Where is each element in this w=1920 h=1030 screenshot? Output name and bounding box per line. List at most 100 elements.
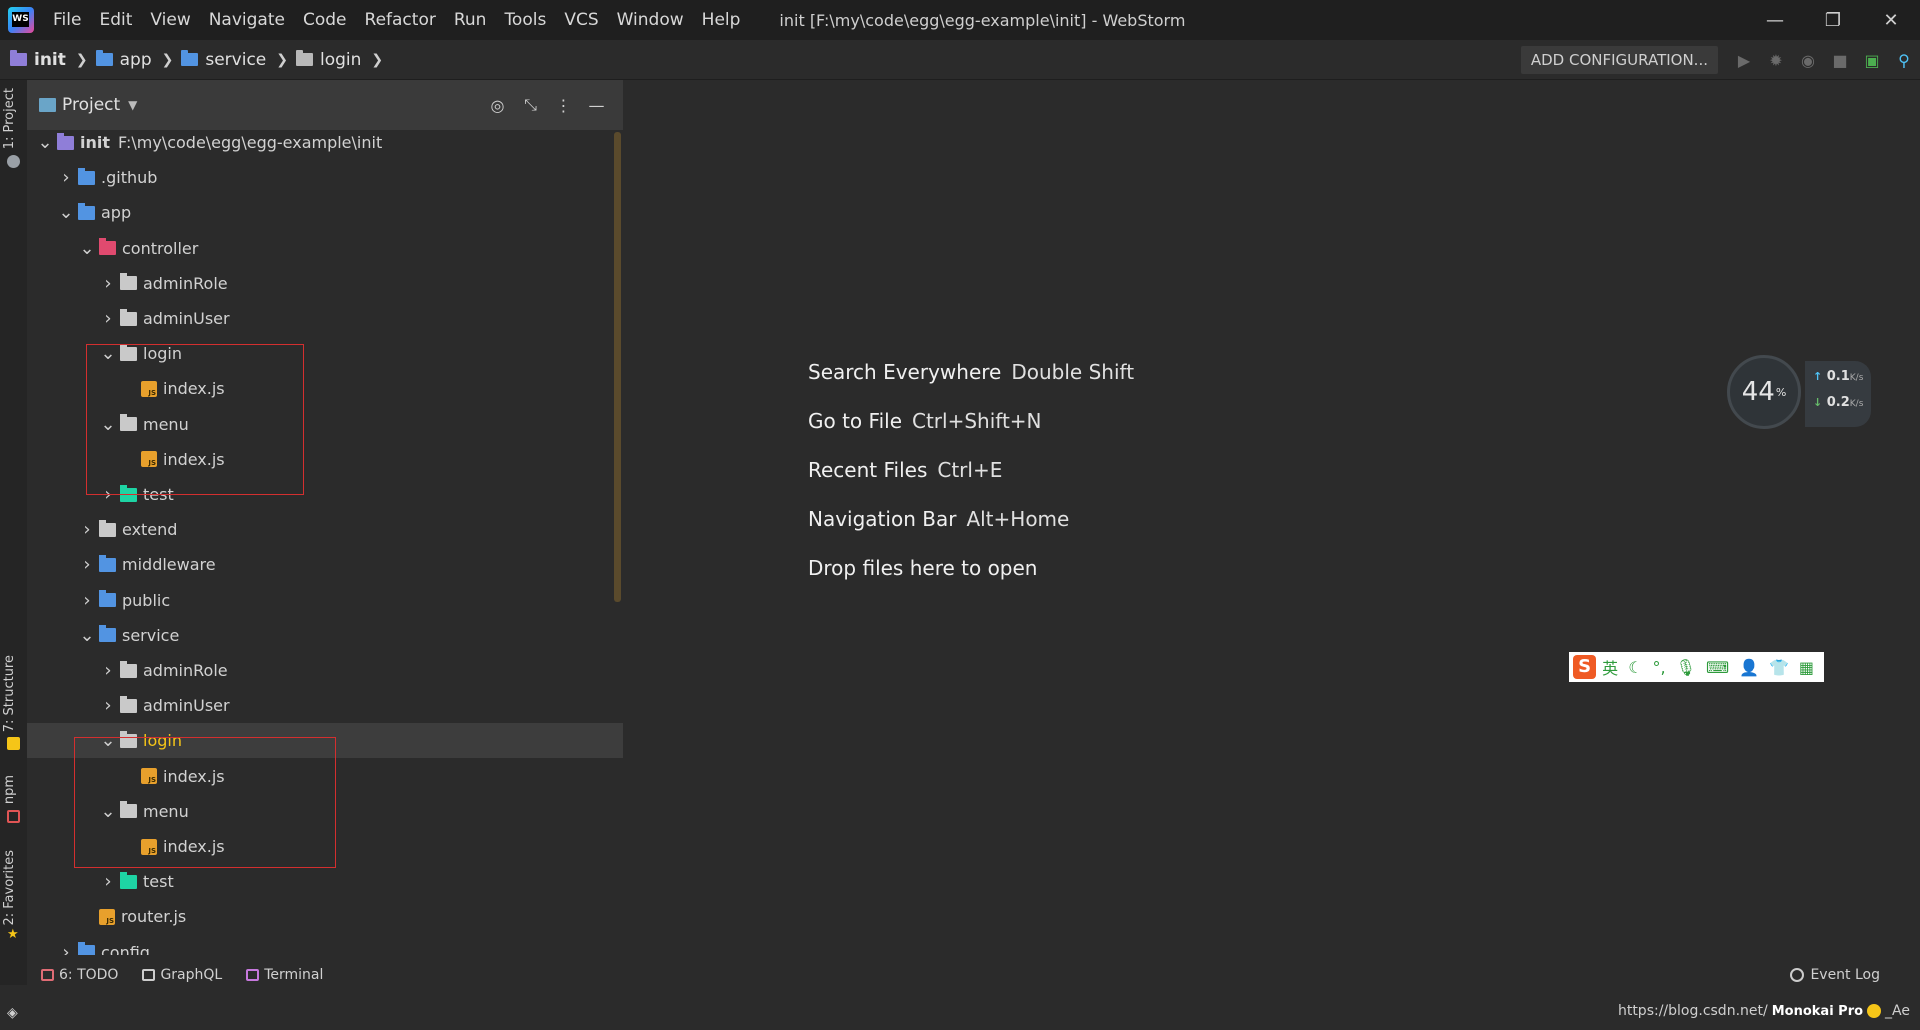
chevron-right-icon[interactable]: › xyxy=(77,554,97,575)
chevron-right-icon[interactable]: › xyxy=(98,695,118,716)
tool-tab-favorites[interactable]: 2: Favorites xyxy=(2,850,17,926)
tool-tab-npm[interactable]: npm xyxy=(2,775,17,804)
webstorm-logo-icon xyxy=(8,7,34,33)
hide-panel-icon[interactable]: — xyxy=(580,96,613,115)
menu-edit[interactable]: Edit xyxy=(90,0,141,40)
tree-item[interactable]: › config xyxy=(27,935,623,955)
locate-icon[interactable]: ◎ xyxy=(481,96,514,115)
chevron-right-icon[interactable]: › xyxy=(56,942,76,955)
bottom-tab-todo[interactable]: 6: TODO xyxy=(41,967,118,983)
menu-refactor[interactable]: Refactor xyxy=(356,0,445,40)
tree-item[interactable]: › public xyxy=(27,583,623,618)
hint-line: Search Everywhere Double Shift xyxy=(808,360,1134,409)
editor-hints: Search Everywhere Double Shift Go to File C… xyxy=(808,360,1134,605)
bottom-tab-label: 6: TODO xyxy=(59,967,119,983)
download-arrow-icon: ↓ xyxy=(1813,396,1823,409)
tool-tab-structure[interactable]: 7: Structure xyxy=(2,655,17,732)
chevron-down-icon[interactable]: ⌄ xyxy=(77,625,97,646)
event-log-icon xyxy=(1790,968,1805,982)
tree-item[interactable]: › adminRole xyxy=(27,653,623,688)
tree-item[interactable]: › middleware xyxy=(27,547,623,582)
chevron-right-icon[interactable]: › xyxy=(98,273,118,294)
moon-icon[interactable]: ☾ xyxy=(1628,658,1642,677)
chevron-right-icon[interactable]: › xyxy=(77,590,97,611)
sogou-logo[interactable]: S xyxy=(1573,655,1597,679)
chevron-right-icon: ❯ xyxy=(161,51,174,68)
tree-item[interactable]: ⌄ init F:\my\code\egg\egg-example\init xyxy=(27,132,623,160)
hint-shortcut: Ctrl+Shift+N xyxy=(912,409,1042,433)
breadcrumb-item-login[interactable]: login xyxy=(320,50,361,70)
terminal-icon[interactable]: ▣ xyxy=(1856,51,1888,70)
star-icon: ★ xyxy=(7,927,19,942)
bottom-tab-terminal[interactable]: Terminal xyxy=(246,967,323,983)
event-log-button[interactable]: Event Log xyxy=(1790,955,1880,995)
tree-item[interactable]: ⌄ app xyxy=(27,195,623,230)
chevron-down-icon[interactable]: ⌄ xyxy=(77,238,97,259)
microphone-icon[interactable]: 🎙 xyxy=(1676,658,1696,677)
left-tool-strip: 1: Project 7: Structure npm 2: Favorites… xyxy=(0,80,27,985)
run-toolbar: ADD CONFIGURATION... ▶ ✹ ◉ ■ ▣ ⚲ xyxy=(1520,40,1920,80)
js-file-icon xyxy=(99,908,115,925)
menu-vcs[interactable]: VCS xyxy=(555,0,607,40)
stop-icon[interactable]: ■ xyxy=(1824,51,1856,70)
tree-item[interactable]: › adminUser xyxy=(27,688,623,723)
collapse-all-icon[interactable]: ⤡ xyxy=(514,95,547,115)
tree-item[interactable]: › .github xyxy=(27,160,623,195)
tree-scrollbar[interactable] xyxy=(614,132,621,602)
menu-file[interactable]: File xyxy=(44,0,90,40)
chevron-right-icon[interactable]: › xyxy=(98,660,118,681)
grid-icon[interactable]: ▦ xyxy=(1799,658,1814,677)
search-icon[interactable]: ⚲ xyxy=(1888,51,1920,70)
layers-icon[interactable]: ◈ xyxy=(7,1005,18,1021)
tree-item[interactable]: › adminUser xyxy=(27,301,623,336)
punctuation-icon[interactable]: °, xyxy=(1653,658,1666,677)
tree-item[interactable]: › adminRole xyxy=(27,266,623,301)
tree-item-label: adminUser xyxy=(143,309,230,328)
folder-icon xyxy=(78,167,95,185)
download-unit: K/s xyxy=(1849,399,1864,409)
menu-navigate[interactable]: Navigate xyxy=(200,0,294,40)
bottom-tab-graphql[interactable]: GraphQL xyxy=(142,967,222,983)
menu-view[interactable]: View xyxy=(141,0,199,40)
chevron-right-icon[interactable]: › xyxy=(98,308,118,329)
debug-icon[interactable]: ✹ xyxy=(1760,51,1792,70)
menu-code[interactable]: Code xyxy=(294,0,356,40)
keyboard-icon[interactable]: ⌨ xyxy=(1706,658,1729,677)
hint-line: Drop files here to open xyxy=(808,556,1134,605)
chevron-down-icon[interactable]: ⌄ xyxy=(35,132,55,153)
chevron-right-icon[interactable]: › xyxy=(98,871,118,892)
close-button[interactable]: ✕ xyxy=(1862,0,1920,40)
minimize-button[interactable]: — xyxy=(1746,0,1804,40)
tree-item-label: middleware xyxy=(122,555,216,575)
chevron-right-icon[interactable]: › xyxy=(56,167,76,188)
skin-icon[interactable]: 👕 xyxy=(1769,658,1789,677)
breadcrumb-item-service[interactable]: service xyxy=(205,50,266,70)
user-icon[interactable]: 👤 xyxy=(1739,658,1759,677)
panel-tools: ◎ ⤡ ⋮ — xyxy=(481,80,613,130)
run-icon[interactable]: ▶ xyxy=(1728,51,1760,70)
menu-window[interactable]: Window xyxy=(608,0,693,40)
tree-item[interactable]: ⌄ service xyxy=(27,618,623,653)
ime-mode[interactable]: 英 xyxy=(1602,655,1618,679)
add-configuration-button[interactable]: ADD CONFIGURATION... xyxy=(1520,46,1718,74)
folder-icon xyxy=(99,554,116,572)
hint-action: Search Everywhere xyxy=(808,360,1002,384)
tool-tab-project[interactable]: 1: Project xyxy=(2,88,17,149)
more-options-icon[interactable]: ⋮ xyxy=(547,96,580,115)
project-icon xyxy=(39,98,56,112)
chevron-down-icon[interactable]: ⌄ xyxy=(56,202,76,223)
coverage-icon[interactable]: ◉ xyxy=(1792,51,1824,70)
tree-item[interactable]: › test xyxy=(27,864,623,899)
chevron-right-icon[interactable]: › xyxy=(77,519,97,540)
menu-help[interactable]: Help xyxy=(693,0,750,40)
menu-run[interactable]: Run xyxy=(445,0,496,40)
restore-button[interactable]: ❐ xyxy=(1804,0,1862,40)
theme-name[interactable]: Monokai Pro xyxy=(1772,1004,1863,1019)
tree-item[interactable]: router.js xyxy=(27,899,623,934)
breadcrumb-item-init[interactable]: init xyxy=(34,50,66,70)
project-view-selector[interactable]: Project ▼ xyxy=(39,95,137,115)
menu-tools[interactable]: Tools xyxy=(495,0,555,40)
breadcrumb-item-app[interactable]: app xyxy=(120,50,152,70)
tree-item[interactable]: › extend xyxy=(27,512,623,547)
tree-item[interactable]: ⌄ controller xyxy=(27,231,623,266)
